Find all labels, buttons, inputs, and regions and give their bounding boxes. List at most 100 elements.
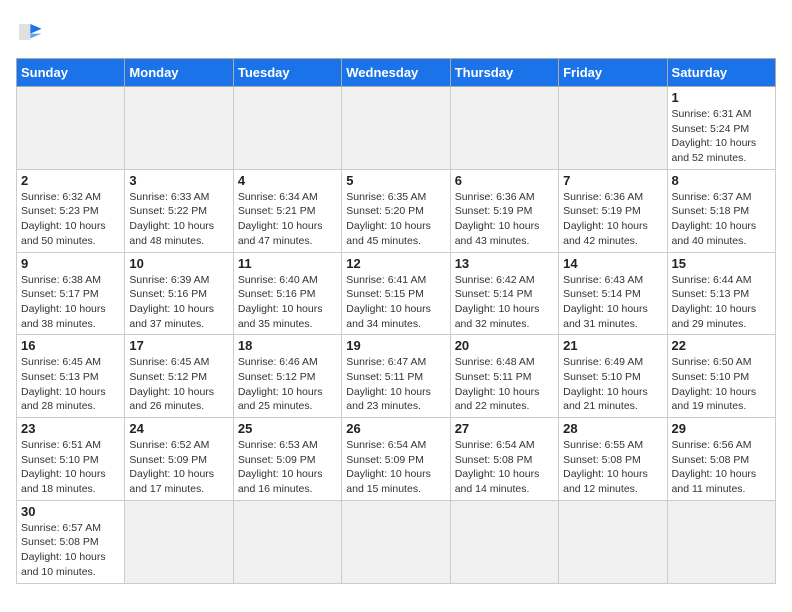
day-cell <box>233 500 341 583</box>
day-number: 10 <box>129 256 228 271</box>
day-number: 22 <box>672 338 771 353</box>
day-number: 11 <box>238 256 337 271</box>
day-cell <box>342 87 450 170</box>
day-number: 13 <box>455 256 554 271</box>
day-info: Sunrise: 6:55 AMSunset: 5:08 PMDaylight:… <box>563 438 662 497</box>
day-cell <box>667 500 775 583</box>
header-tuesday: Tuesday <box>233 59 341 87</box>
day-info: Sunrise: 6:43 AMSunset: 5:14 PMDaylight:… <box>563 273 662 332</box>
day-info: Sunrise: 6:39 AMSunset: 5:16 PMDaylight:… <box>129 273 228 332</box>
day-cell: 1 Sunrise: 6:31 AMSunset: 5:24 PMDaylight… <box>667 87 775 170</box>
day-info: Sunrise: 6:47 AMSunset: 5:11 PMDaylight:… <box>346 355 445 414</box>
day-info: Sunrise: 6:44 AMSunset: 5:13 PMDaylight:… <box>672 273 771 332</box>
day-info: Sunrise: 6:45 AMSunset: 5:12 PMDaylight:… <box>129 355 228 414</box>
day-number: 15 <box>672 256 771 271</box>
day-cell: 8 Sunrise: 6:37 AMSunset: 5:18 PMDaylight… <box>667 169 775 252</box>
week-row-1: 2Sunrise: 6:32 AMSunset: 5:23 PMDaylight… <box>17 169 776 252</box>
day-cell: 22 Sunrise: 6:50 AMSunset: 5:10 PMDayligh… <box>667 335 775 418</box>
day-info: Sunrise: 6:57 AMSunset: 5:08 PMDaylight:… <box>21 521 120 580</box>
day-cell: 25Sunrise: 6:53 AMSunset: 5:09 PMDayligh… <box>233 418 341 501</box>
header <box>16 16 776 48</box>
calendar-header: SundayMondayTuesdayWednesdayThursdayFrid… <box>17 59 776 87</box>
day-info: Sunrise: 6:38 AMSunset: 5:17 PMDaylight:… <box>21 273 120 332</box>
week-row-0: 1 Sunrise: 6:31 AMSunset: 5:24 PMDaylight… <box>17 87 776 170</box>
day-info: Sunrise: 6:31 AMSunset: 5:24 PMDaylight:… <box>672 107 771 166</box>
day-number: 1 <box>672 90 771 105</box>
day-cell: 11 Sunrise: 6:40 AMSunset: 5:16 PMDayligh… <box>233 252 341 335</box>
day-info: Sunrise: 6:40 AMSunset: 5:16 PMDaylight:… <box>238 273 337 332</box>
day-cell: 9 Sunrise: 6:38 AMSunset: 5:17 PMDaylight… <box>17 252 125 335</box>
day-info: Sunrise: 6:54 AMSunset: 5:08 PMDaylight:… <box>455 438 554 497</box>
day-number: 9 <box>21 256 120 271</box>
week-row-5: 30 Sunrise: 6:57 AMSunset: 5:08 PMDayligh… <box>17 500 776 583</box>
day-number: 16 <box>21 338 120 353</box>
calendar-table: SundayMondayTuesdayWednesdayThursdayFrid… <box>16 58 776 584</box>
day-cell: 26 Sunrise: 6:54 AMSunset: 5:09 PMDayligh… <box>342 418 450 501</box>
day-cell: 7Sunrise: 6:36 AMSunset: 5:19 PMDaylight… <box>559 169 667 252</box>
day-number: 26 <box>346 421 445 436</box>
day-cell: 3 Sunrise: 6:33 AMSunset: 5:22 PMDaylight… <box>125 169 233 252</box>
day-number: 7 <box>563 173 662 188</box>
day-number: 23 <box>21 421 120 436</box>
day-info: Sunrise: 6:48 AMSunset: 5:11 PMDaylight:… <box>455 355 554 414</box>
day-cell <box>450 500 558 583</box>
logo <box>16 16 52 48</box>
day-info: Sunrise: 6:50 AMSunset: 5:10 PMDaylight:… <box>672 355 771 414</box>
day-cell: 28 Sunrise: 6:55 AMSunset: 5:08 PMDayligh… <box>559 418 667 501</box>
day-cell: 27 Sunrise: 6:54 AMSunset: 5:08 PMDayligh… <box>450 418 558 501</box>
day-info: Sunrise: 6:34 AMSunset: 5:21 PMDaylight:… <box>238 190 337 249</box>
day-cell: 4 Sunrise: 6:34 AMSunset: 5:21 PMDaylight… <box>233 169 341 252</box>
day-cell: 13 Sunrise: 6:42 AMSunset: 5:14 PMDayligh… <box>450 252 558 335</box>
day-number: 29 <box>672 421 771 436</box>
day-info: Sunrise: 6:49 AMSunset: 5:10 PMDaylight:… <box>563 355 662 414</box>
day-number: 8 <box>672 173 771 188</box>
day-number: 4 <box>238 173 337 188</box>
day-info: Sunrise: 6:56 AMSunset: 5:08 PMDaylight:… <box>672 438 771 497</box>
day-info: Sunrise: 6:36 AMSunset: 5:19 PMDaylight:… <box>455 190 554 249</box>
day-cell: 16 Sunrise: 6:45 AMSunset: 5:13 PMDayligh… <box>17 335 125 418</box>
day-info: Sunrise: 6:51 AMSunset: 5:10 PMDaylight:… <box>21 438 120 497</box>
day-cell <box>342 500 450 583</box>
day-info: Sunrise: 6:42 AMSunset: 5:14 PMDaylight:… <box>455 273 554 332</box>
day-cell: 18Sunrise: 6:46 AMSunset: 5:12 PMDayligh… <box>233 335 341 418</box>
day-info: Sunrise: 6:45 AMSunset: 5:13 PMDaylight:… <box>21 355 120 414</box>
header-row: SundayMondayTuesdayWednesdayThursdayFrid… <box>17 59 776 87</box>
day-number: 21 <box>563 338 662 353</box>
day-cell <box>17 87 125 170</box>
header-saturday: Saturday <box>667 59 775 87</box>
day-number: 14 <box>563 256 662 271</box>
day-info: Sunrise: 6:54 AMSunset: 5:09 PMDaylight:… <box>346 438 445 497</box>
day-info: Sunrise: 6:35 AMSunset: 5:20 PMDaylight:… <box>346 190 445 249</box>
day-cell: 20 Sunrise: 6:48 AMSunset: 5:11 PMDayligh… <box>450 335 558 418</box>
day-cell <box>125 500 233 583</box>
day-cell: 23 Sunrise: 6:51 AMSunset: 5:10 PMDayligh… <box>17 418 125 501</box>
day-info: Sunrise: 6:46 AMSunset: 5:12 PMDaylight:… <box>238 355 337 414</box>
day-info: Sunrise: 6:33 AMSunset: 5:22 PMDaylight:… <box>129 190 228 249</box>
day-cell: 21 Sunrise: 6:49 AMSunset: 5:10 PMDayligh… <box>559 335 667 418</box>
header-sunday: Sunday <box>17 59 125 87</box>
day-info: Sunrise: 6:37 AMSunset: 5:18 PMDaylight:… <box>672 190 771 249</box>
day-number: 3 <box>129 173 228 188</box>
day-cell <box>125 87 233 170</box>
header-thursday: Thursday <box>450 59 558 87</box>
day-cell: 14 Sunrise: 6:43 AMSunset: 5:14 PMDayligh… <box>559 252 667 335</box>
calendar-body: 1 Sunrise: 6:31 AMSunset: 5:24 PMDaylight… <box>17 87 776 584</box>
day-cell: 15 Sunrise: 6:44 AMSunset: 5:13 PMDayligh… <box>667 252 775 335</box>
day-number: 20 <box>455 338 554 353</box>
day-info: Sunrise: 6:41 AMSunset: 5:15 PMDaylight:… <box>346 273 445 332</box>
day-cell: 24Sunrise: 6:52 AMSunset: 5:09 PMDayligh… <box>125 418 233 501</box>
day-number: 27 <box>455 421 554 436</box>
day-cell <box>559 500 667 583</box>
day-number: 17 <box>129 338 228 353</box>
day-number: 28 <box>563 421 662 436</box>
day-info: Sunrise: 6:52 AMSunset: 5:09 PMDaylight:… <box>129 438 228 497</box>
day-info: Sunrise: 6:53 AMSunset: 5:09 PMDaylight:… <box>238 438 337 497</box>
day-number: 5 <box>346 173 445 188</box>
week-row-3: 16 Sunrise: 6:45 AMSunset: 5:13 PMDayligh… <box>17 335 776 418</box>
day-number: 2 <box>21 173 120 188</box>
day-number: 30 <box>21 504 120 519</box>
day-cell <box>233 87 341 170</box>
day-cell: 10 Sunrise: 6:39 AMSunset: 5:16 PMDayligh… <box>125 252 233 335</box>
header-wednesday: Wednesday <box>342 59 450 87</box>
day-cell <box>559 87 667 170</box>
